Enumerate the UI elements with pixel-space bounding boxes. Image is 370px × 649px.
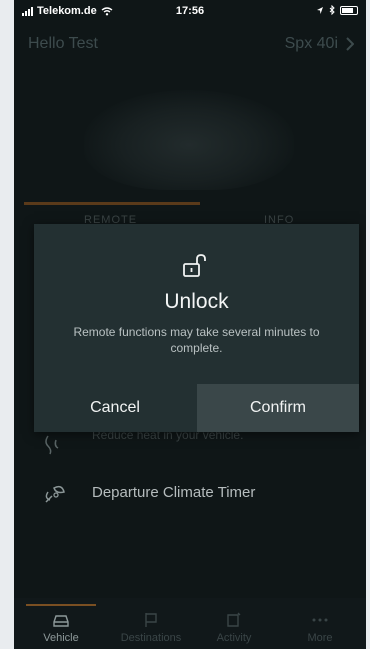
nav-label: Destinations xyxy=(120,632,182,644)
confirm-button[interactable]: Confirm xyxy=(197,384,359,432)
list-item-departure-timer[interactable]: Departure Climate Timer xyxy=(14,470,366,518)
nav-item-activity[interactable]: Activity xyxy=(194,612,274,644)
vehicle-image xyxy=(14,60,366,210)
chevron-right-icon xyxy=(346,37,354,51)
app-screen: Telekom.de 17:56 Hello Test Spx 40i REMO… xyxy=(14,0,366,649)
car-silhouette xyxy=(84,90,294,190)
car-icon xyxy=(53,615,69,627)
nav-label: Vehicle xyxy=(43,632,79,644)
status-bar: Telekom.de 17:56 xyxy=(14,0,366,22)
fan-heat-icon xyxy=(45,435,59,455)
nav-label: Activity xyxy=(216,632,252,644)
cancel-button[interactable]: Cancel xyxy=(34,384,196,432)
nav-item-vehicle[interactable]: Vehicle xyxy=(21,612,101,644)
dialog-message: Remote functions may take several minute… xyxy=(73,325,320,355)
nav-item-destinations[interactable]: Destinations xyxy=(111,612,191,644)
tab-indicator xyxy=(24,202,200,205)
location-icon xyxy=(317,6,323,14)
climate-timer-icon xyxy=(45,485,65,503)
unlock-icon xyxy=(183,254,206,277)
nav-item-more[interactable]: More xyxy=(280,612,360,644)
status-time: 17:56 xyxy=(175,5,205,17)
greeting-text: Hello Test xyxy=(28,35,98,52)
bottom-navigation: Vehicle Destinations Activity More xyxy=(14,598,366,649)
more-icon xyxy=(312,618,328,622)
dialog-title: Unlock xyxy=(164,290,229,313)
nav-active-indicator xyxy=(26,604,96,606)
bluetooth-icon xyxy=(329,5,335,15)
list-item-label: Departure Climate Timer xyxy=(92,484,256,501)
nav-label: More xyxy=(307,632,333,644)
battery-icon xyxy=(340,5,358,15)
flag-icon xyxy=(145,613,157,627)
vehicle-selector[interactable]: Spx 40i xyxy=(285,35,354,53)
app-header: Hello Test Spx 40i xyxy=(14,32,366,58)
activity-icon xyxy=(227,612,241,627)
vehicle-name: Spx 40i xyxy=(284,35,338,52)
unlock-dialog: Unlock Remote functions may take several… xyxy=(34,224,359,432)
